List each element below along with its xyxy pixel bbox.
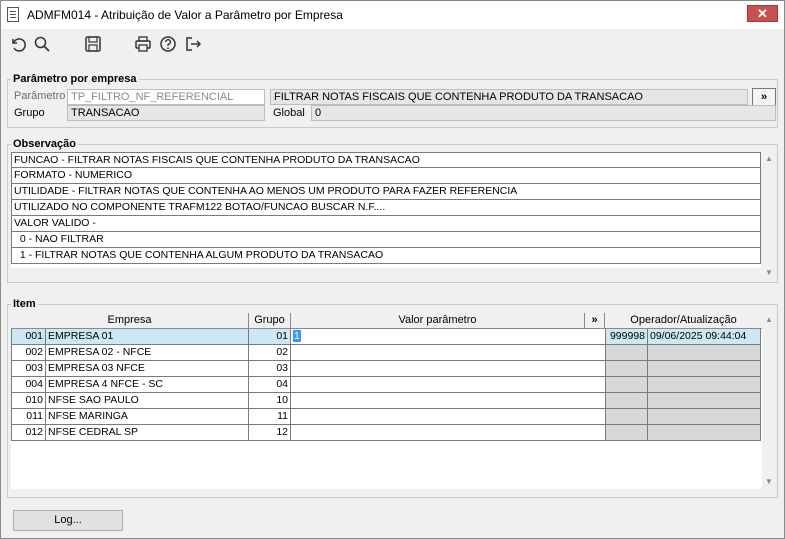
log-button[interactable]: Log... <box>13 510 123 531</box>
cell-codigo: 002 <box>11 345 46 361</box>
title-bar: ADMFM014 - Atribuição de Valor a Parâmet… <box>1 1 784 29</box>
cell-grupo: 12 <box>249 425 291 441</box>
table-row[interactable]: 004 EMPRESA 4 NFCE - SC 04 <box>11 377 762 393</box>
global-label: Global <box>273 107 305 119</box>
observacao-line: 0 - NAO FILTRAR <box>11 232 761 248</box>
table-row[interactable]: 003 EMPRESA 03 NFCE 03 <box>11 361 762 377</box>
cell-empresa: NFSE CEDRAL SP <box>46 425 249 441</box>
cell-operador <box>606 425 648 441</box>
table-row[interactable]: 010 NFSE SAO PAULO 10 <box>11 393 762 409</box>
cell-codigo: 011 <box>11 409 46 425</box>
main-window: ADMFM014 - Atribuição de Valor a Parâmet… <box>0 0 785 539</box>
parametro-por-empresa-legend: Parâmetro por empresa <box>13 73 137 85</box>
parametro-input[interactable]: TP_FILTRO_NF_REFERENCIAL <box>67 89 265 105</box>
close-button[interactable]: ✕ <box>747 5 778 22</box>
scroll-down-icon[interactable]: ▼ <box>765 477 773 486</box>
cell-valor-input[interactable] <box>291 425 606 441</box>
cell-operador <box>606 409 648 425</box>
observacao-scrollbar[interactable]: ▲ ▼ <box>762 152 776 280</box>
cell-valor-input[interactable] <box>291 409 606 425</box>
cell-valor-input[interactable] <box>291 393 606 409</box>
observacao-line: VALOR VALIDO - <box>11 216 761 232</box>
item-grid-scrollbar[interactable]: ▲ ▼ <box>762 313 776 491</box>
cell-empresa: NFSE SAO PAULO <box>46 393 249 409</box>
cell-codigo: 001 <box>11 329 46 345</box>
undo-icon[interactable] <box>9 35 27 53</box>
cell-operador <box>606 361 648 377</box>
item-grid: Empresa Grupo Valor parâmetro » Operador… <box>11 313 762 489</box>
cell-operador <box>606 393 648 409</box>
cell-operador <box>606 377 648 393</box>
cell-operador <box>606 345 648 361</box>
save-icon[interactable] <box>84 35 102 53</box>
document-icon <box>7 7 19 22</box>
cell-grupo: 11 <box>249 409 291 425</box>
cell-valor-selected: 1 <box>293 330 301 342</box>
column-header-valor[interactable]: Valor parâmetro <box>291 313 585 329</box>
cell-empresa: EMPRESA 02 - NFCE <box>46 345 249 361</box>
cell-empresa: EMPRESA 01 <box>46 329 249 345</box>
grupo-label: Grupo <box>14 107 45 119</box>
observacao-line: FORMATO - NUMERICO <box>11 168 761 184</box>
scroll-down-icon[interactable]: ▼ <box>765 268 773 277</box>
expand-valor-button[interactable]: » <box>585 313 605 329</box>
scroll-up-icon[interactable]: ▲ <box>765 154 773 163</box>
observacao-line: FUNCAO - FILTRAR NOTAS FISCAIS QUE CONTE… <box>11 152 761 168</box>
cell-grupo: 02 <box>249 345 291 361</box>
cell-codigo: 003 <box>11 361 46 377</box>
cell-codigo: 004 <box>11 377 46 393</box>
cell-atualizacao: 09/06/2025 09:44:04 <box>648 329 761 345</box>
cell-atualizacao <box>648 393 761 409</box>
expand-parametro-button[interactable]: » <box>752 88 776 106</box>
cell-valor-input[interactable] <box>291 345 606 361</box>
cell-grupo: 04 <box>249 377 291 393</box>
search-icon[interactable] <box>33 35 51 53</box>
cell-atualizacao <box>648 409 761 425</box>
table-row[interactable]: 012 NFSE CEDRAL SP 12 <box>11 425 762 441</box>
observacao-line: UTILIZADO NO COMPONENTE TRAFM122 BOTAO/F… <box>11 200 761 216</box>
cell-operador: 999998 <box>606 329 648 345</box>
cell-valor-input[interactable]: 1 <box>291 329 606 345</box>
cell-codigo: 012 <box>11 425 46 441</box>
cell-atualizacao <box>648 425 761 441</box>
cell-atualizacao <box>648 345 761 361</box>
parametro-descricao-field: FILTRAR NOTAS FISCAIS QUE CONTENHA PRODU… <box>270 89 748 105</box>
cell-grupo: 01 <box>249 329 291 345</box>
toolbar <box>1 29 784 59</box>
table-row[interactable]: 011 NFSE MARINGA 11 <box>11 409 762 425</box>
cell-valor-input[interactable] <box>291 377 606 393</box>
observacao-text-area[interactable]: FUNCAO - FILTRAR NOTAS FISCAIS QUE CONTE… <box>11 152 761 268</box>
help-icon[interactable] <box>159 35 177 53</box>
table-row[interactable]: 002 EMPRESA 02 - NFCE 02 <box>11 345 762 361</box>
observacao-legend: Observação <box>13 138 76 150</box>
column-header-operador[interactable]: Operador/Atualização <box>605 313 762 329</box>
print-icon[interactable] <box>134 35 152 53</box>
window-title: ADMFM014 - Atribuição de Valor a Parâmet… <box>27 8 343 22</box>
cell-codigo: 010 <box>11 393 46 409</box>
global-field: 0 <box>311 105 776 121</box>
observacao-line: UTILIDADE - FILTRAR NOTAS QUE CONTENHA A… <box>11 184 761 200</box>
column-header-empresa[interactable]: Empresa <box>11 313 249 329</box>
cell-valor-input[interactable] <box>291 361 606 377</box>
parametro-label: Parâmetro <box>14 90 66 102</box>
scroll-up-icon[interactable]: ▲ <box>765 315 773 324</box>
cell-atualizacao <box>648 361 761 377</box>
cell-empresa: NFSE MARINGA <box>46 409 249 425</box>
item-legend: Item <box>13 298 36 310</box>
observacao-line: 1 - FILTRAR NOTAS QUE CONTENHA ALGUM PRO… <box>11 248 761 264</box>
cell-empresa: EMPRESA 4 NFCE - SC <box>46 377 249 393</box>
exit-icon[interactable] <box>184 35 202 53</box>
cell-grupo: 10 <box>249 393 291 409</box>
grupo-field: TRANSACAO <box>67 105 265 121</box>
cell-grupo: 03 <box>249 361 291 377</box>
table-row[interactable]: 001 EMPRESA 01 01 1 999998 09/06/2025 09… <box>11 329 762 345</box>
column-header-grupo[interactable]: Grupo <box>249 313 291 329</box>
cell-empresa: EMPRESA 03 NFCE <box>46 361 249 377</box>
cell-atualizacao <box>648 377 761 393</box>
